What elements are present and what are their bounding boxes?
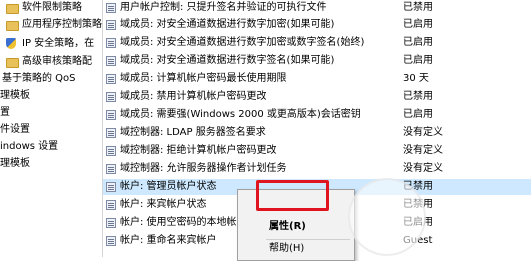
policy-icon [106,146,116,156]
menu-item-properties[interactable]: 属性(R) [239,217,353,237]
tree-item-qos[interactable]: 基于策略的 QoS [0,71,102,87]
policy-row[interactable]: 域控制器: LDAP 服务器签名要求 没有定义 [103,125,531,141]
policy-icon [106,92,116,102]
folder-icon [6,4,19,14]
menu-item-help[interactable]: 帮助(H) [239,240,353,258]
policy-icon [106,236,116,246]
ip-security-icon [6,38,16,49]
policy-icon [106,164,116,174]
tree-item-ip-security[interactable]: IP 安全策略，在 [0,36,102,52]
policy-row[interactable]: 域成员: 对安全通道数据进行数字加密(如果可能) 已启用 [103,17,531,33]
tree-item-app-control[interactable]: 应用程序控制策略 [0,17,102,33]
folder-icon [6,58,19,68]
policy-row[interactable]: 域成员: 对安全通道数据进行数字签名(如果可能) 已启用 [103,53,531,69]
folder-icon [6,21,19,31]
tree-item-software-restriction[interactable]: 软件限制策略 [0,0,102,16]
policy-icon [106,56,116,66]
policy-icon [106,38,116,48]
highlight-annotation [256,180,329,211]
policy-row[interactable]: 域成员: 计算机帐户密码最长使用期限 30 天 [103,71,531,87]
policy-row[interactable]: 域成员: 禁用计算机帐户密码更改 已禁用 [103,89,531,105]
tree-item-settings[interactable]: 置 [0,105,102,121]
policy-icon [106,74,116,84]
policy-row[interactable]: 域控制器: 允许服务器操作者计划任务 没有定义 [103,161,531,177]
tree-item-advanced-audit[interactable]: 高级审核策略配 [0,54,102,70]
console-tree: 软件限制策略 应用程序控制策略 IP 安全策略，在 高级审核策略配 基于策略的 … [0,0,102,257]
policy-icon [106,3,116,13]
tree-item-admin-templates[interactable]: 理模板 [0,88,102,104]
tree-item-admin-templates-2[interactable]: 理模板 [0,156,102,172]
policy-icon [106,128,116,138]
policy-icon [106,182,116,192]
policy-icon [106,20,116,30]
policy-row[interactable]: 域控制器: 拒绝计算机帐户密码更改 没有定义 [103,143,531,159]
tree-item-windows-settings[interactable]: indows 设置 [0,139,102,155]
tree-item-software-settings[interactable]: 件设置 [0,122,102,138]
policy-icon [106,200,116,210]
policy-icon [106,110,116,120]
policy-row[interactable]: 域成员: 需要强(Windows 2000 或更高版本)会话密钥 已启用 [103,107,531,123]
policy-icon [106,218,116,228]
policy-row[interactable]: 域成员: 对安全通道数据进行数字加密或数字签名(始终) 已启用 [103,35,531,51]
policy-row[interactable]: 用户帐户控制: 只提升签名并验证的可执行文件 已禁用 [103,0,531,16]
